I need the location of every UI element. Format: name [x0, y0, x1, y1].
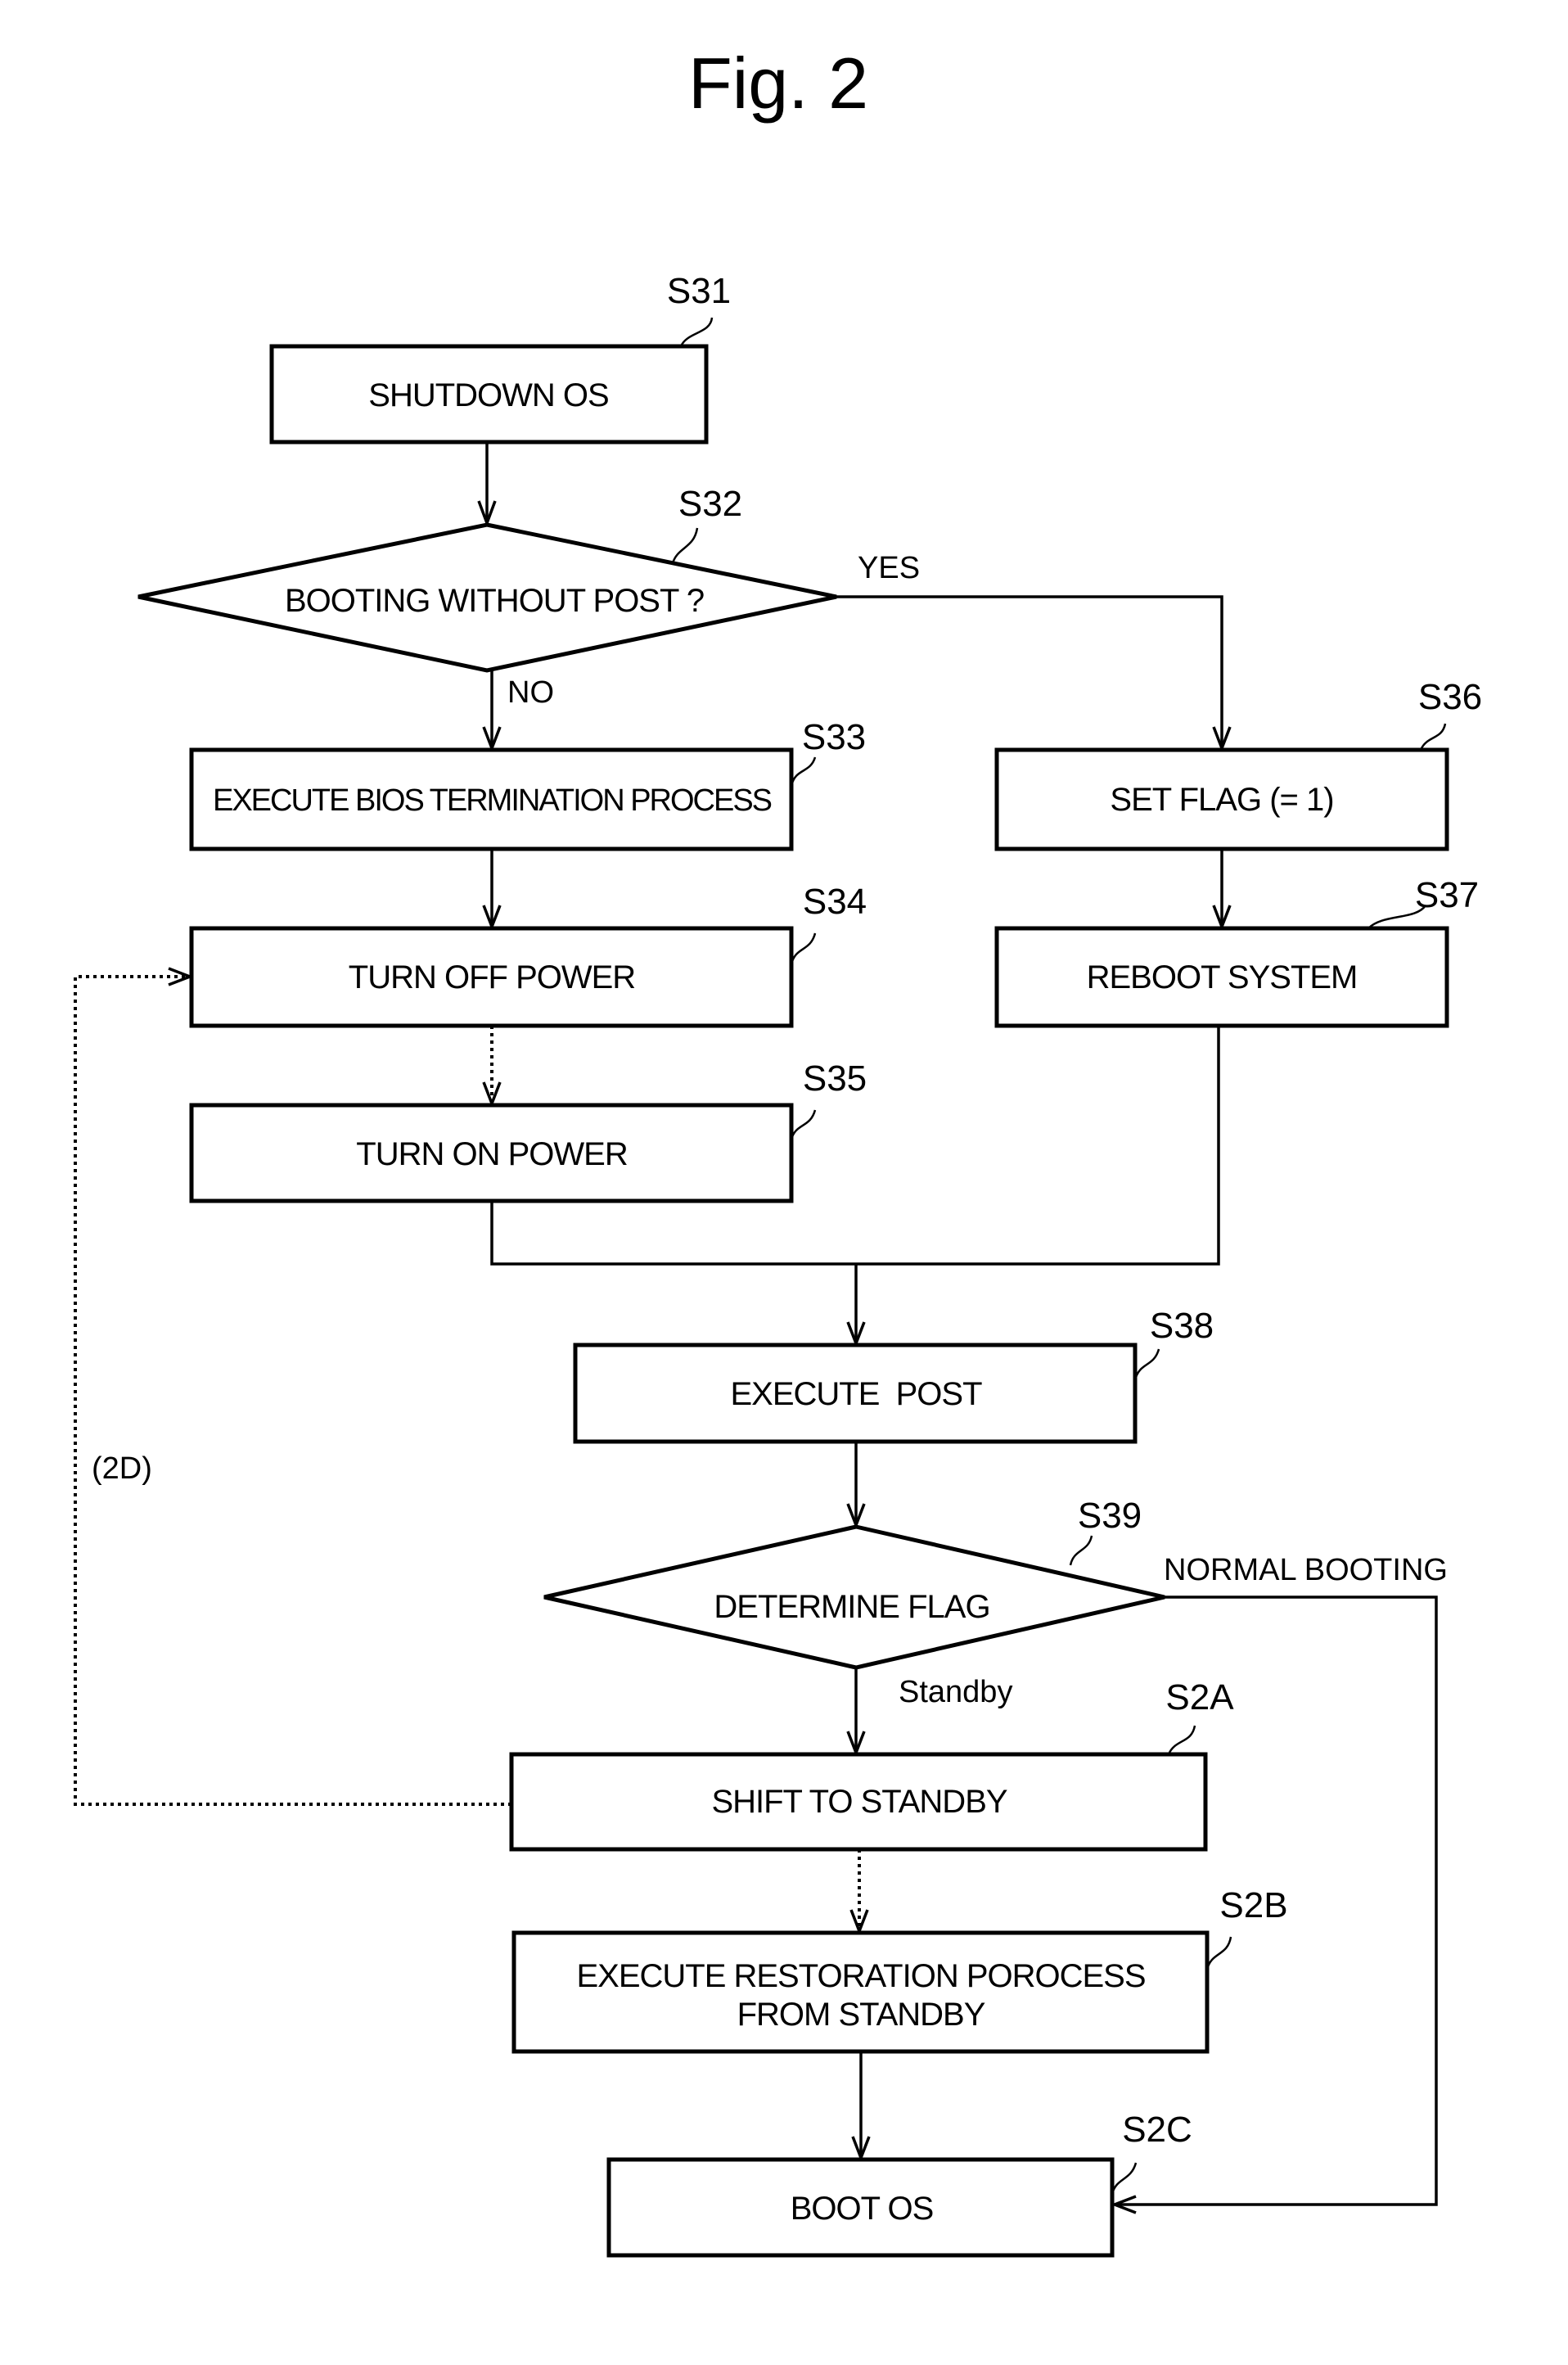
step-id: S37 [1415, 875, 1479, 915]
leader-line [1069, 1535, 1093, 1566]
step-s35: TURN ON POWER S35 [189, 1058, 867, 1203]
branch-label-standby: Standby [899, 1675, 1012, 1709]
step-s2b: EXECUTE RESTORATION POROCESS FROM STANDB… [511, 1885, 1288, 2054]
branch-label-yes: YES [858, 551, 920, 585]
figure-title: Fig. 2 [688, 43, 868, 124]
step-text: EXECUTE BIOS TERMINATION PROCESS [213, 783, 772, 818]
step-s36: SET FLAG (= 1) S36 [994, 677, 1482, 851]
step-id: S32 [678, 484, 742, 524]
step-text-line1: EXECUTE RESTORATION POROCESS [576, 1958, 1145, 1994]
step-id: S39 [1078, 1496, 1142, 1536]
step-id: S33 [802, 717, 866, 757]
step-id: S2B [1219, 1885, 1287, 1925]
step-id: S35 [803, 1058, 867, 1099]
step-s31: SHUTDOWN OS S31 [269, 271, 731, 445]
step-s34: TURN OFF POWER S34 [189, 882, 867, 1028]
step-text: SHUTDOWN OS [368, 377, 608, 413]
step-text: SHIFT TO STANDBY [711, 1784, 1007, 1820]
loop-label-2d: (2D) [92, 1451, 152, 1486]
flowchart: Fig. 2 YES NO NORMAL BOOTING Standby (2D… [74, 43, 1482, 2258]
step-text: TURN ON POWER [356, 1136, 628, 1172]
step-id: S31 [667, 271, 731, 311]
step-s38: EXECUTE POST S38 [573, 1306, 1214, 1444]
step-s2c: BOOT OS S2C [606, 2110, 1192, 2258]
step-text: BOOTING WITHOUT POST ? [285, 583, 704, 619]
branch-label-no: NO [507, 675, 554, 710]
step-id: S34 [803, 882, 867, 922]
step-id: S2C [1122, 2110, 1192, 2150]
step-text: TURN OFF POWER [349, 959, 636, 995]
step-text: EXECUTE POST [730, 1376, 982, 1412]
branch-label-normal-booting: NORMAL BOOTING [1164, 1553, 1448, 1587]
step-s33: EXECUTE BIOS TERMINATION PROCESS S33 [189, 717, 866, 851]
arrowhead-icon [168, 967, 194, 986]
leader-line [1133, 1348, 1160, 1381]
step-text: REBOOT SYSTEM [1087, 959, 1358, 995]
leader-line [1167, 1725, 1196, 1755]
arrowhead-icon [849, 1909, 869, 1935]
step-s37: REBOOT SYSTEM S37 [994, 875, 1479, 1028]
step-text: DETERMINE FLAG [714, 1589, 989, 1625]
leader-line [671, 527, 699, 564]
step-id: S2A [1165, 1677, 1234, 1717]
edge-s2a-s34-loop [74, 975, 511, 1806]
leader-line [790, 1109, 817, 1140]
leader-line [790, 932, 817, 965]
leader-line [1419, 723, 1447, 751]
step-id: S36 [1418, 677, 1482, 717]
step-s2a: SHIFT TO STANDBY S2A [509, 1677, 1234, 1852]
step-id: S38 [1150, 1306, 1214, 1346]
step-text: SET FLAG (= 1) [1110, 782, 1333, 818]
leader-line [790, 756, 817, 787]
leader-line [1111, 2162, 1138, 2195]
edge-s32-s36 [836, 595, 1223, 748]
step-text-line2: FROM STANDBY [737, 1997, 985, 2033]
leader-line [679, 317, 714, 347]
leader-line [1205, 1936, 1232, 1970]
step-text: BOOT OS [791, 2191, 934, 2227]
